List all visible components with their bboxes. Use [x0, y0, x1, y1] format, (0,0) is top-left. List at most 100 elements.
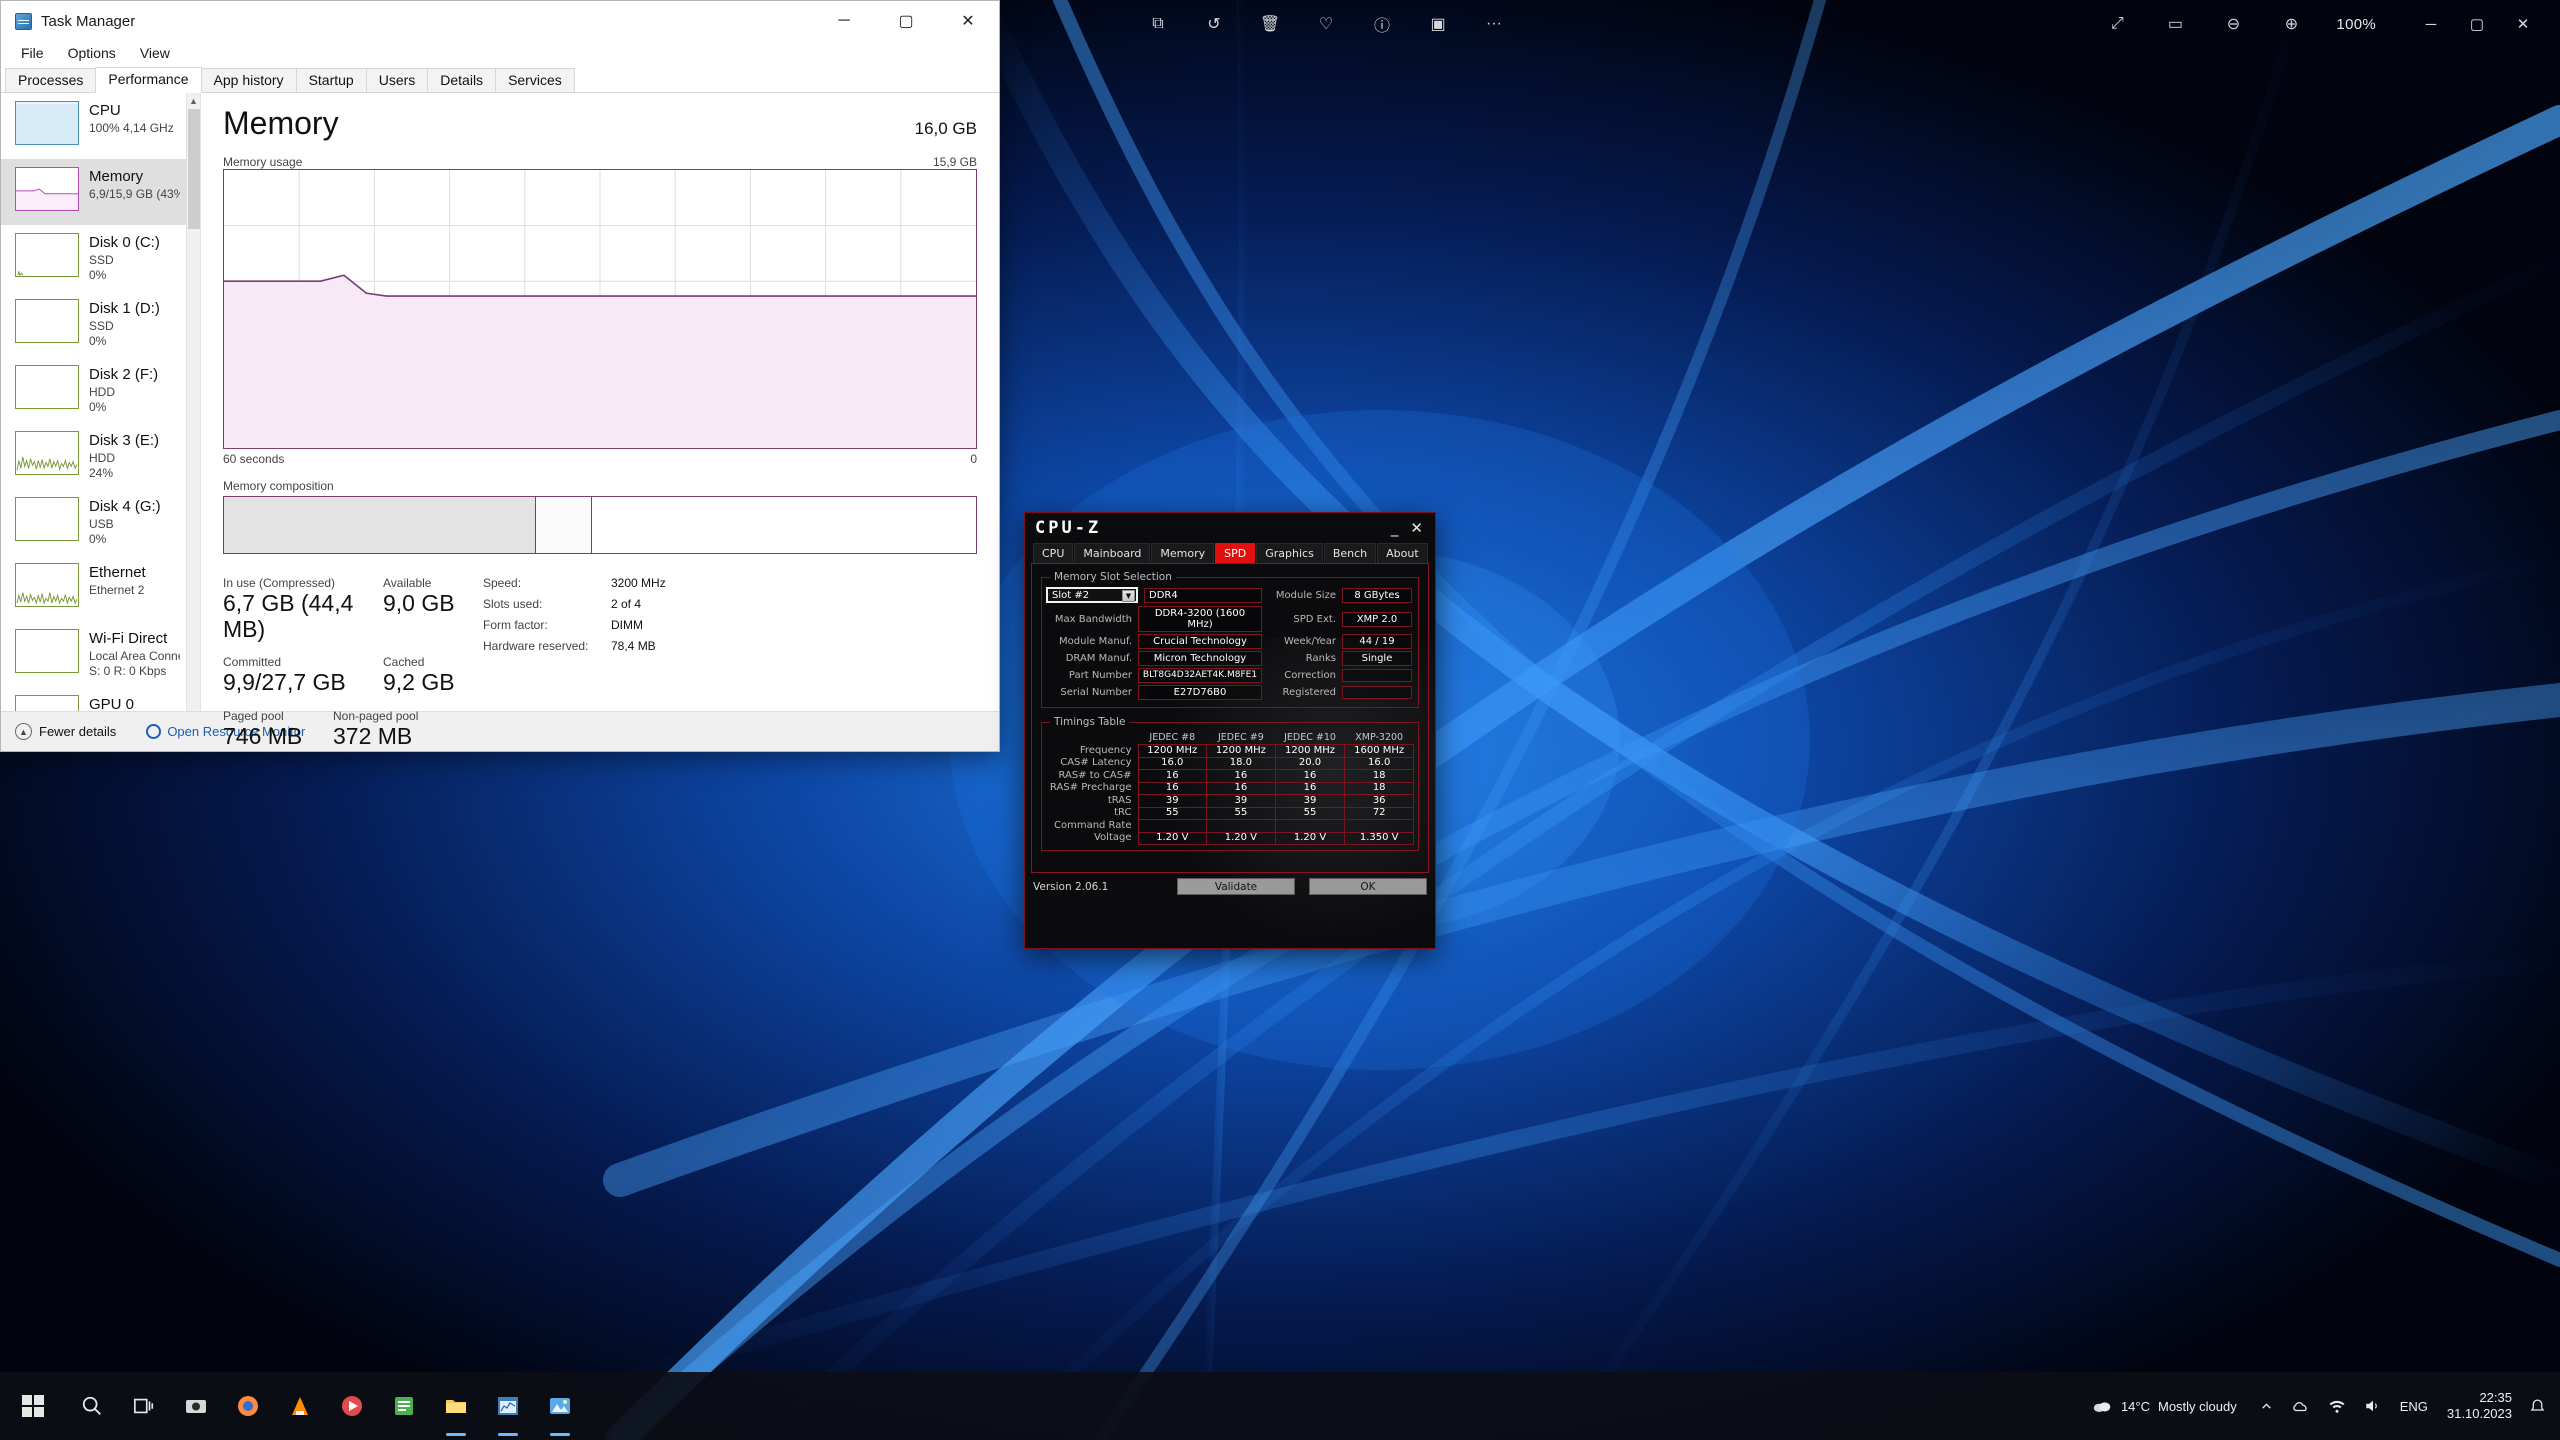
stat-committed-label: Committed	[223, 655, 282, 670]
windows-logo-icon	[22, 1395, 44, 1417]
favorite-icon[interactable]: ♡	[1313, 11, 1339, 37]
scroll-up-icon[interactable]: ▲	[187, 93, 200, 109]
sidebar-label-gpu-0: GPU 0	[89, 696, 135, 711]
chevron-down-icon[interactable]: ▼	[1122, 590, 1135, 602]
cpuz-tab-mainboard[interactable]: Mainboard	[1074, 543, 1151, 563]
ok-button[interactable]: OK	[1309, 878, 1427, 895]
timings-label-trc: tRC	[1114, 807, 1132, 819]
sidebar-item-memory[interactable]: Memory 6,9/15,9 GB (43%)	[1, 159, 186, 225]
chevron-up-icon[interactable]	[2251, 1400, 2282, 1413]
sidebar-item-disk-0[interactable]: Disk 0 (C:) SSD 0%	[1, 225, 186, 291]
timings-trc-jedec9: 55	[1206, 806, 1276, 820]
timings-label-tras: tRAS	[1107, 794, 1132, 806]
max-bandwidth-row: Max Bandwidth DDR4-3200 (1600 MHz) SPD E…	[1046, 606, 1414, 632]
viewer-maximize-button[interactable]: ▢	[2454, 9, 2500, 39]
zoom-out-icon[interactable]: ⊖	[2220, 11, 2246, 37]
memory-slot-selection-group: Memory Slot Selection Slot #2 ▼ DDR4 Mod…	[1041, 571, 1419, 708]
cpuz-window[interactable]: CPU-Z _ ✕ CPU Mainboard Memory SPD Graph…	[1024, 512, 1436, 949]
notifications-icon[interactable]	[2524, 1372, 2550, 1440]
cpuz-close-button[interactable]: ✕	[1410, 520, 1423, 536]
timings-precharge-xmp: 18	[1344, 781, 1414, 795]
taskbar-app-task-manager[interactable]	[482, 1372, 534, 1440]
sidebar-item-gpu-0[interactable]: GPU 0	[1, 687, 186, 711]
cpuz-tab-memory[interactable]: Memory	[1151, 543, 1215, 563]
sidebar-item-disk-2[interactable]: Disk 2 (F:) HDD 0%	[1, 357, 186, 423]
start-button[interactable]	[0, 1372, 66, 1440]
tab-processes[interactable]: Processes	[5, 68, 97, 92]
fewer-details-button[interactable]: ▲ Fewer details	[15, 723, 116, 740]
tm-close-button[interactable]: ✕	[937, 1, 999, 41]
search-icon[interactable]	[66, 1372, 118, 1440]
taskbar-app-camera[interactable]	[170, 1372, 222, 1440]
screenshot-icon[interactable]: ⧉	[1145, 11, 1171, 37]
taskbar-app-editor[interactable]	[378, 1372, 430, 1440]
sidebar-item-disk-1[interactable]: Disk 1 (D:) SSD 0%	[1, 291, 186, 357]
cloud-icon	[2093, 1402, 2111, 1412]
slideshow-icon[interactable]: ▣	[1425, 11, 1451, 37]
taskbar-app-vlc[interactable]	[274, 1372, 326, 1440]
timings-cas-jedec10: 20.0	[1274, 756, 1346, 770]
tab-users[interactable]: Users	[365, 68, 429, 92]
slot-select-dropdown[interactable]: Slot #2 ▼	[1046, 587, 1138, 603]
weather-widget[interactable]: 14°C Mostly cloudy	[2077, 1395, 2251, 1417]
tab-services[interactable]: Services	[495, 68, 575, 92]
cpuz-minimize-button[interactable]: _	[1391, 520, 1399, 536]
fit-screen-icon[interactable]: ▭	[2162, 11, 2188, 37]
sidebar-item-cpu[interactable]: CPU 100% 4,14 GHz	[1, 93, 186, 159]
menu-view[interactable]: View	[128, 43, 182, 63]
tab-app-history[interactable]: App history	[200, 68, 297, 92]
more-options-icon[interactable]: ···	[1481, 11, 1507, 37]
tab-performance[interactable]: Performance	[95, 67, 202, 93]
module-manuf-key: Module Manuf.	[1059, 636, 1132, 647]
cpuz-tab-spd[interactable]: SPD	[1215, 543, 1256, 563]
tm-maximize-button[interactable]: ▢	[875, 1, 937, 41]
dram-manuf-key: DRAM Manuf.	[1065, 653, 1132, 664]
taskbar-app-firefox[interactable]	[222, 1372, 274, 1440]
rotate-left-icon[interactable]: ↺	[1201, 11, 1227, 37]
memory-usage-graph	[223, 168, 977, 449]
taskbar-app-photos[interactable]	[534, 1372, 586, 1440]
taskbar-app-explorer[interactable]	[430, 1372, 482, 1440]
registered-key: Registered	[1282, 687, 1336, 698]
volume-icon[interactable]	[2355, 1397, 2391, 1415]
scrollbar-thumb[interactable]	[188, 109, 200, 229]
task-view-icon[interactable]	[118, 1372, 170, 1440]
sidebar-item-ethernet[interactable]: Ethernet Ethernet 2	[1, 555, 186, 621]
cpuz-titlebar[interactable]: CPU-Z _ ✕	[1025, 513, 1435, 543]
tab-startup[interactable]: Startup	[295, 68, 367, 92]
tm-minimize-button[interactable]: ─	[813, 1, 875, 41]
task-manager-window[interactable]: Task Manager ─ ▢ ✕ File Options View Pro…	[0, 0, 1000, 752]
stat-cached-value: 9,2 GB	[383, 669, 455, 696]
viewer-minimize-button[interactable]: ─	[2408, 9, 2454, 39]
stat-row-1: In use (Compressed) 6,7 GB (44,4 MB) Ava…	[223, 576, 473, 643]
network-icon[interactable]	[2319, 1397, 2355, 1415]
onedrive-icon[interactable]	[2282, 1397, 2319, 1416]
fullscreen-icon[interactable]: ⤢	[2104, 11, 2130, 37]
cpuz-spd-pane: Memory Slot Selection Slot #2 ▼ DDR4 Mod…	[1031, 563, 1429, 873]
timings-col-jedec9: JEDEC #9	[1218, 732, 1264, 743]
sidebar-sub-disk-4-type: USB	[89, 516, 114, 531]
tab-details[interactable]: Details	[427, 68, 497, 92]
menu-file[interactable]: File	[9, 43, 56, 63]
delete-icon[interactable]: 🗑	[1257, 11, 1283, 37]
sidebar-sub-memory: 6,9/15,9 GB (43%)	[89, 186, 180, 201]
cpuz-tab-bench[interactable]: Bench	[1323, 543, 1377, 563]
sidebar-scrollbar[interactable]: ▲	[186, 93, 200, 711]
cpuz-tab-about[interactable]: About	[1377, 543, 1428, 563]
memory-composition-bar[interactable]	[223, 495, 977, 554]
menu-options[interactable]: Options	[56, 43, 128, 63]
zoom-in-icon[interactable]: ⊕	[2278, 11, 2304, 37]
taskbar-app-media-player[interactable]	[326, 1372, 378, 1440]
sidebar-item-disk-4[interactable]: Disk 4 (G:) USB 0%	[1, 489, 186, 555]
task-manager-titlebar[interactable]: Task Manager ─ ▢ ✕	[1, 1, 999, 41]
sidebar-item-wifi-direct[interactable]: Wi-Fi Direct Local Area Conne... S: 0 R:…	[1, 621, 186, 687]
cpuz-tab-graphics[interactable]: Graphics	[1256, 543, 1323, 563]
viewer-close-button[interactable]: ✕	[2500, 9, 2546, 39]
sidebar-item-disk-3[interactable]: Disk 3 (E:) HDD 24%	[1, 423, 186, 489]
clock-widget[interactable]: 22:35 31.10.2023	[2437, 1390, 2524, 1423]
language-indicator[interactable]: ENG	[2391, 1399, 2437, 1414]
cpuz-tab-cpu[interactable]: CPU	[1033, 543, 1074, 563]
validate-button[interactable]: Validate	[1177, 878, 1295, 895]
info-icon[interactable]: ⓘ	[1369, 11, 1395, 37]
cpuz-footer: Version 2.06.1 Validate OK	[1025, 873, 1435, 895]
